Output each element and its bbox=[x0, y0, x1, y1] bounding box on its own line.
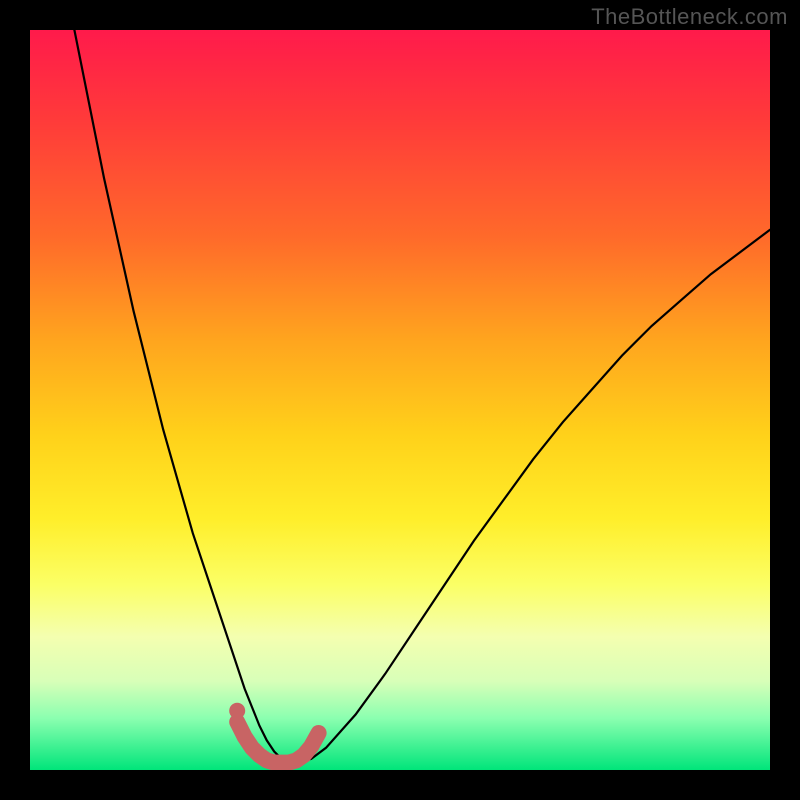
highlight-dot bbox=[229, 703, 245, 719]
optimal-range-band bbox=[237, 722, 318, 763]
chart-frame: TheBottleneck.com bbox=[0, 0, 800, 800]
watermark-text: TheBottleneck.com bbox=[591, 4, 788, 30]
plot-area bbox=[30, 30, 770, 770]
bottleneck-curve bbox=[74, 30, 770, 763]
chart-svg bbox=[30, 30, 770, 770]
